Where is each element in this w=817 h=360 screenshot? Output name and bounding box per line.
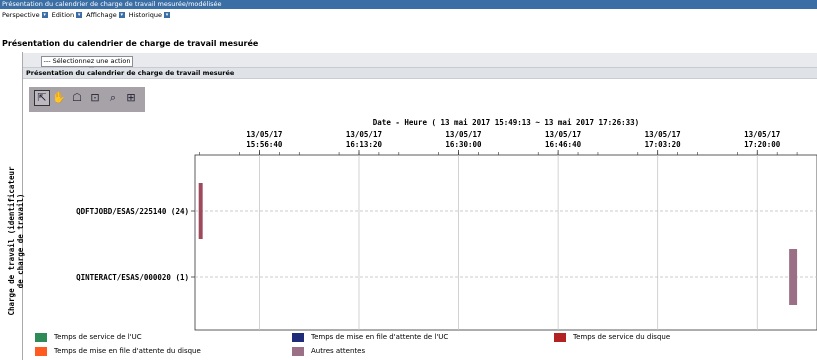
legend-swatch: [292, 347, 304, 356]
timeline-segment: [198, 183, 203, 239]
timeline-chart: 13/05/1715:56:4013/05/1716:13:2013/05/17…: [7, 118, 817, 331]
plot-area: [194, 154, 817, 331]
x-tick-time: 16:13:20: [346, 140, 383, 149]
legend-item: Temps de service de l'UC: [35, 333, 142, 342]
x-tick-date: 13/05/17: [744, 130, 780, 139]
x-tick-time: 15:56:40: [246, 140, 283, 149]
x-tick-date: 13/05/17: [346, 130, 382, 139]
legend-item: Temps de mise en file d'attente de l'UC: [292, 333, 448, 342]
x-tick-time: 17:03:20: [645, 140, 682, 149]
x-tick-time: 16:46:40: [545, 140, 582, 149]
chart-title: Date - Heure ( 13 mai 2017 15:49:13 ~ 13…: [373, 118, 639, 127]
legend-label: Temps de mise en file d'attente du disqu…: [54, 347, 201, 355]
x-tick-date: 13/05/17: [445, 130, 481, 139]
legend-item: Temps de mise en file d'attente du disqu…: [35, 347, 201, 356]
x-tick-date: 13/05/17: [246, 130, 282, 139]
legend-swatch: [554, 333, 566, 342]
legend-label: Temps de mise en file d'attente de l'UC: [311, 333, 449, 341]
legend-item: Temps de service du disque: [554, 333, 670, 342]
legend-swatch: [35, 333, 47, 342]
y-axis-label: Charge de travail (identificateurde char…: [7, 166, 25, 315]
category-label: QINTERACT/ESAS/000020 (1): [76, 273, 189, 282]
legend-swatch: [35, 347, 47, 356]
legend-label: Autres attentes: [311, 347, 366, 355]
category-label: QDFTJOBD/ESAS/225140 (24): [76, 207, 189, 216]
legend-swatch: [292, 333, 304, 342]
legend-item: Autres attentes: [292, 347, 365, 356]
x-tick-time: 16:30:00: [445, 140, 482, 149]
x-tick-time: 17:20:00: [744, 140, 781, 149]
legend-label: Temps de service du disque: [573, 333, 671, 341]
legend-label: Temps de service de l'UC: [54, 333, 142, 341]
x-tick-date: 13/05/17: [545, 130, 581, 139]
x-tick-date: 13/05/17: [645, 130, 681, 139]
timeline-segment: [789, 249, 798, 305]
